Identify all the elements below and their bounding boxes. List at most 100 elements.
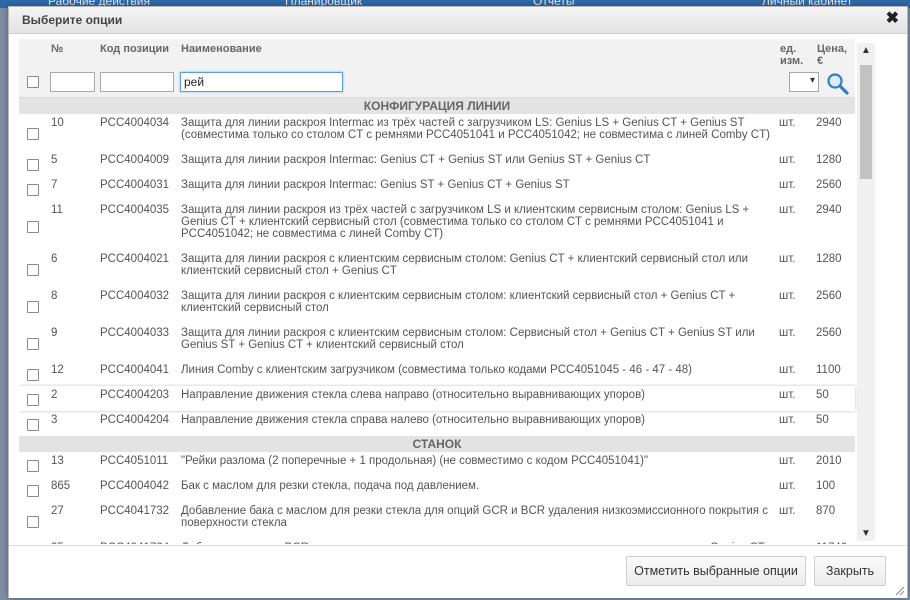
table-row[interactable]: 6 PCC4004021 Защита для линии раскроя с кл… [19, 250, 855, 287]
row-name: Защита для линии раскроя из трёх частей … [181, 204, 750, 240]
table-row[interactable]: 11 PCC4004035 Защита для линии раскроя из … [19, 201, 855, 250]
row-price: 2940 [816, 117, 842, 129]
header-name: Наименование [181, 43, 262, 55]
vertical-scrollbar[interactable]: ▲ ▼ [857, 43, 875, 541]
row-checkbox[interactable] [27, 264, 39, 276]
row-checkbox[interactable] [27, 460, 39, 472]
row-code: PCC4041732 [100, 505, 170, 517]
row-unit: шт. [779, 414, 796, 426]
scrollbar-thumb[interactable] [860, 65, 872, 179]
unit-filter-select[interactable]: ▾ [789, 72, 819, 92]
section-header: КОНФИГУРАЦИЯ ЛИНИИ [19, 98, 855, 114]
row-code: PCC4004031 [100, 179, 170, 191]
row-name: Защита для линии раскроя с клиентским се… [181, 253, 749, 277]
row-checkbox[interactable] [27, 338, 39, 350]
mark-selected-button[interactable]: Отметить выбранные опции [626, 556, 806, 586]
row-name: Направление движения стекла слева направ… [181, 389, 646, 401]
row-unit: шт. [779, 480, 796, 492]
row-checkbox[interactable] [27, 485, 39, 497]
num-filter-input[interactable] [50, 72, 95, 92]
row-price: 50 [816, 389, 829, 401]
row-num: 865 [51, 480, 71, 492]
resize-grip-icon[interactable] [893, 584, 905, 596]
row-code: PCC4004204 [100, 414, 170, 426]
close-icon[interactable]: ✖ [886, 11, 899, 27]
table-row[interactable]: 7 PCC4004031 Защита для линии раскроя Inte… [19, 176, 855, 201]
row-name: Защита для линии раскроя с клиентским се… [181, 327, 755, 351]
close-button[interactable]: Закрыть [814, 556, 886, 586]
row-name: Направление движения стекла справа налев… [181, 414, 646, 426]
row-checkbox[interactable] [27, 128, 39, 140]
header-unit: ед. изм. [780, 43, 804, 67]
table-row[interactable]: 3 PCC4004204 Направление движения стекла с… [19, 411, 855, 436]
row-checkbox[interactable] [27, 184, 39, 196]
row-name: Защита для линии раскроя Intermac: Geniu… [181, 179, 570, 191]
row-name: Добавление бака с маслом для резки стекл… [181, 505, 768, 529]
table-row[interactable]: 25 PCC4041724 Добавление опции BCR для уда… [19, 539, 855, 544]
row-name: Добавление опции BCR для удаления низкоэ… [181, 542, 773, 544]
row-checkbox[interactable] [27, 301, 39, 313]
table-row[interactable]: 27 PCC4041732 Добавление бака с маслом для… [19, 502, 855, 539]
row-code: PCC4051011 [100, 455, 169, 467]
table-row[interactable]: 13 PCC4051011 "Рейки разлома (2 поперечные… [19, 452, 855, 477]
row-price: 1100 [816, 364, 841, 376]
row-unit: шт. [779, 542, 795, 544]
row-price: 100 [816, 480, 836, 492]
row-num: 5 [51, 154, 58, 166]
row-unit: шт. [779, 117, 796, 129]
row-num: 8 [51, 290, 58, 302]
row-code: PCC4004034 [100, 117, 170, 129]
row-code: PCC4004032 [100, 290, 170, 302]
table-row[interactable]: 2 PCC4004203 Направление движения стекла с… [19, 386, 855, 411]
chevron-down-icon: ▾ [809, 75, 815, 86]
row-num: 12 [51, 364, 64, 376]
row-checkbox[interactable] [27, 394, 39, 406]
row-price: 11740 [816, 542, 847, 544]
row-checkbox[interactable] [27, 159, 39, 171]
table-body: КОНФИГУРАЦИЯ ЛИНИИ 10 PCC4004034 Защита для… [19, 98, 855, 544]
dialog-title: Выберите опции [22, 13, 123, 27]
row-checkbox[interactable] [27, 369, 39, 381]
row-price: 2560 [816, 290, 842, 302]
table-row[interactable]: 8 PCC4004032 Защита для линии раскроя с кл… [19, 287, 855, 324]
table-row[interactable]: 10 PCC4004034 Защита для линии раскроя Int… [19, 114, 855, 151]
header-price: Цена, € [817, 43, 848, 67]
row-code: PCC4041724 [100, 542, 169, 544]
row-price: 1280 [816, 253, 842, 265]
row-num: 25 [51, 542, 64, 544]
row-num: 13 [51, 455, 64, 467]
select-all-checkbox[interactable] [27, 76, 39, 88]
table-row[interactable]: 5 PCC4004009 Защита для линии раскроя Inte… [19, 151, 855, 176]
row-num: 27 [51, 505, 64, 517]
row-name: Защита для линии раскроя Intermac: Geniu… [181, 154, 651, 166]
options-dialog: Выберите опции ✖ № Код позиции Наименова… [8, 6, 908, 598]
row-num: 7 [51, 179, 58, 191]
row-unit: шт. [779, 204, 796, 216]
table-row[interactable]: 9 PCC4004033 Защита для линии раскроя с кл… [19, 324, 855, 361]
dialog-footer: Отметить выбранные опции Закрыть [9, 545, 907, 598]
row-unit: шт. [779, 327, 796, 339]
table-row[interactable]: 12 PCC4004041 Линия Comby с клиентским заг… [19, 361, 855, 386]
row-num: 3 [51, 414, 58, 426]
row-code: PCC4004033 [100, 327, 170, 339]
name-filter-input[interactable] [180, 72, 343, 92]
row-name: "Рейки разлома (2 поперечные + 1 продоль… [181, 455, 649, 467]
row-name: Бак с маслом для резки стекла, подача по… [181, 480, 480, 492]
row-checkbox[interactable] [27, 419, 39, 431]
table-row[interactable]: 865 PCC4004042 Бак с маслом для резки стек… [19, 477, 855, 502]
row-num: 6 [51, 253, 58, 265]
search-icon[interactable] [825, 71, 851, 97]
scroll-up-icon[interactable]: ▲ [861, 45, 871, 56]
code-filter-input[interactable] [100, 72, 174, 92]
table-header: № Код позиции Наименование ед. изм. Цена… [19, 39, 855, 98]
row-code: PCC4004041 [100, 364, 170, 376]
row-checkbox[interactable] [27, 516, 39, 528]
row-unit: шт. [779, 253, 796, 265]
row-unit: шт. [779, 455, 796, 467]
row-checkbox[interactable] [27, 221, 39, 233]
row-num: 9 [51, 327, 58, 339]
scroll-down-icon[interactable]: ▼ [861, 528, 871, 539]
row-price: 870 [816, 505, 836, 517]
row-unit: шт. [779, 389, 796, 401]
row-unit: шт. [779, 364, 796, 376]
